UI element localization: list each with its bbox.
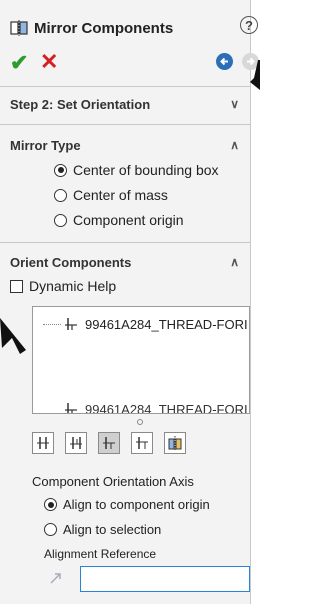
divider (0, 124, 250, 125)
orient-tool-5-button[interactable] (164, 432, 186, 454)
orient-mirror-icon (37, 437, 49, 449)
radio-align-to-selection[interactable]: Align to selection (44, 522, 161, 537)
radio-label: Align to component origin (63, 497, 210, 512)
panel-title: Mirror Components (34, 19, 174, 37)
step-section-title: Step 2: Set Orientation (10, 97, 151, 112)
divider (0, 242, 250, 243)
chevron-up-icon[interactable]: ∧ (230, 138, 239, 152)
mirror-components-icon (10, 20, 28, 36)
checkbox[interactable] (10, 279, 23, 293)
reference-arrow-icon (48, 570, 64, 589)
orient-tool-4-button[interactable] (131, 432, 153, 454)
list-item-label: 99461A284_THREAD-FORI (85, 316, 248, 332)
alignment-reference-field[interactable] (80, 566, 250, 592)
mirror-type-title: Mirror Type (10, 138, 81, 153)
component-icon (65, 318, 77, 330)
orient-components-title: Orient Components (10, 255, 132, 270)
radio-center-of-mass[interactable]: Center of mass (54, 187, 168, 203)
orient-flip-y-icon (103, 437, 115, 449)
chevron-down-icon[interactable]: ∨ (230, 97, 239, 111)
back-arrow-icon[interactable] (216, 53, 233, 70)
pointer-arrow-icon (250, 60, 260, 90)
orient-flip-x-icon (70, 437, 82, 449)
action-bar: ✔ ✕ (10, 49, 259, 76)
radio-label: Align to selection (63, 522, 162, 537)
orient-tool-3-button[interactable] (98, 432, 120, 454)
dynamic-help-checkbox[interactable]: Dynamic Help (10, 278, 116, 294)
property-manager-panel: Mirror Components ? ✔ ✕ Step 2: Set Orie… (0, 0, 259, 604)
orient-tool-2-button[interactable] (65, 432, 87, 454)
radio-button[interactable] (44, 498, 57, 511)
orient-tool-1-button[interactable] (32, 432, 54, 454)
radio-button[interactable] (54, 213, 67, 227)
orient-flip-z-icon (136, 437, 148, 449)
radio-button[interactable] (54, 163, 67, 177)
mirror-type-header[interactable]: Mirror Type ∧ (10, 138, 245, 153)
list-resize-handle[interactable] (32, 413, 248, 425)
checkbox-label: Dynamic Help (29, 278, 117, 294)
component-list[interactable]: 99461A284_THREAD-FORI 99461A284_THREAD-F… (32, 306, 250, 414)
ok-check-icon[interactable]: ✔ (10, 50, 28, 76)
panel-header: Mirror Components ? (10, 16, 258, 40)
radio-label: Center of bounding box (73, 162, 219, 178)
radio-label: Component origin (73, 212, 184, 228)
radio-component-origin[interactable]: Component origin (54, 212, 184, 228)
radio-align-to-component-origin[interactable]: Align to component origin (44, 497, 210, 512)
alignment-reference-label: Alignment Reference (44, 547, 157, 561)
cancel-x-icon[interactable]: ✕ (40, 49, 58, 75)
axis-section-title: Component Orientation Axis (32, 474, 194, 489)
radio-button[interactable] (54, 188, 67, 202)
radio-button[interactable] (44, 523, 57, 536)
orientation-toolbar (32, 432, 197, 454)
help-icon[interactable]: ? (240, 16, 258, 34)
divider (0, 86, 250, 87)
tree-connector (43, 324, 61, 325)
radio-label: Center of mass (73, 187, 168, 203)
mirror-part-icon (168, 436, 182, 450)
radio-center-of-bounding-box[interactable]: Center of bounding box (54, 162, 219, 178)
step-section-header[interactable]: Step 2: Set Orientation ∨ (10, 97, 245, 112)
orient-components-header[interactable]: Orient Components ∧ (10, 255, 245, 270)
pointer-arrow-icon (0, 318, 26, 354)
chevron-up-icon[interactable]: ∧ (230, 255, 239, 269)
list-item[interactable]: 99461A284_THREAD-FORI (63, 316, 248, 332)
